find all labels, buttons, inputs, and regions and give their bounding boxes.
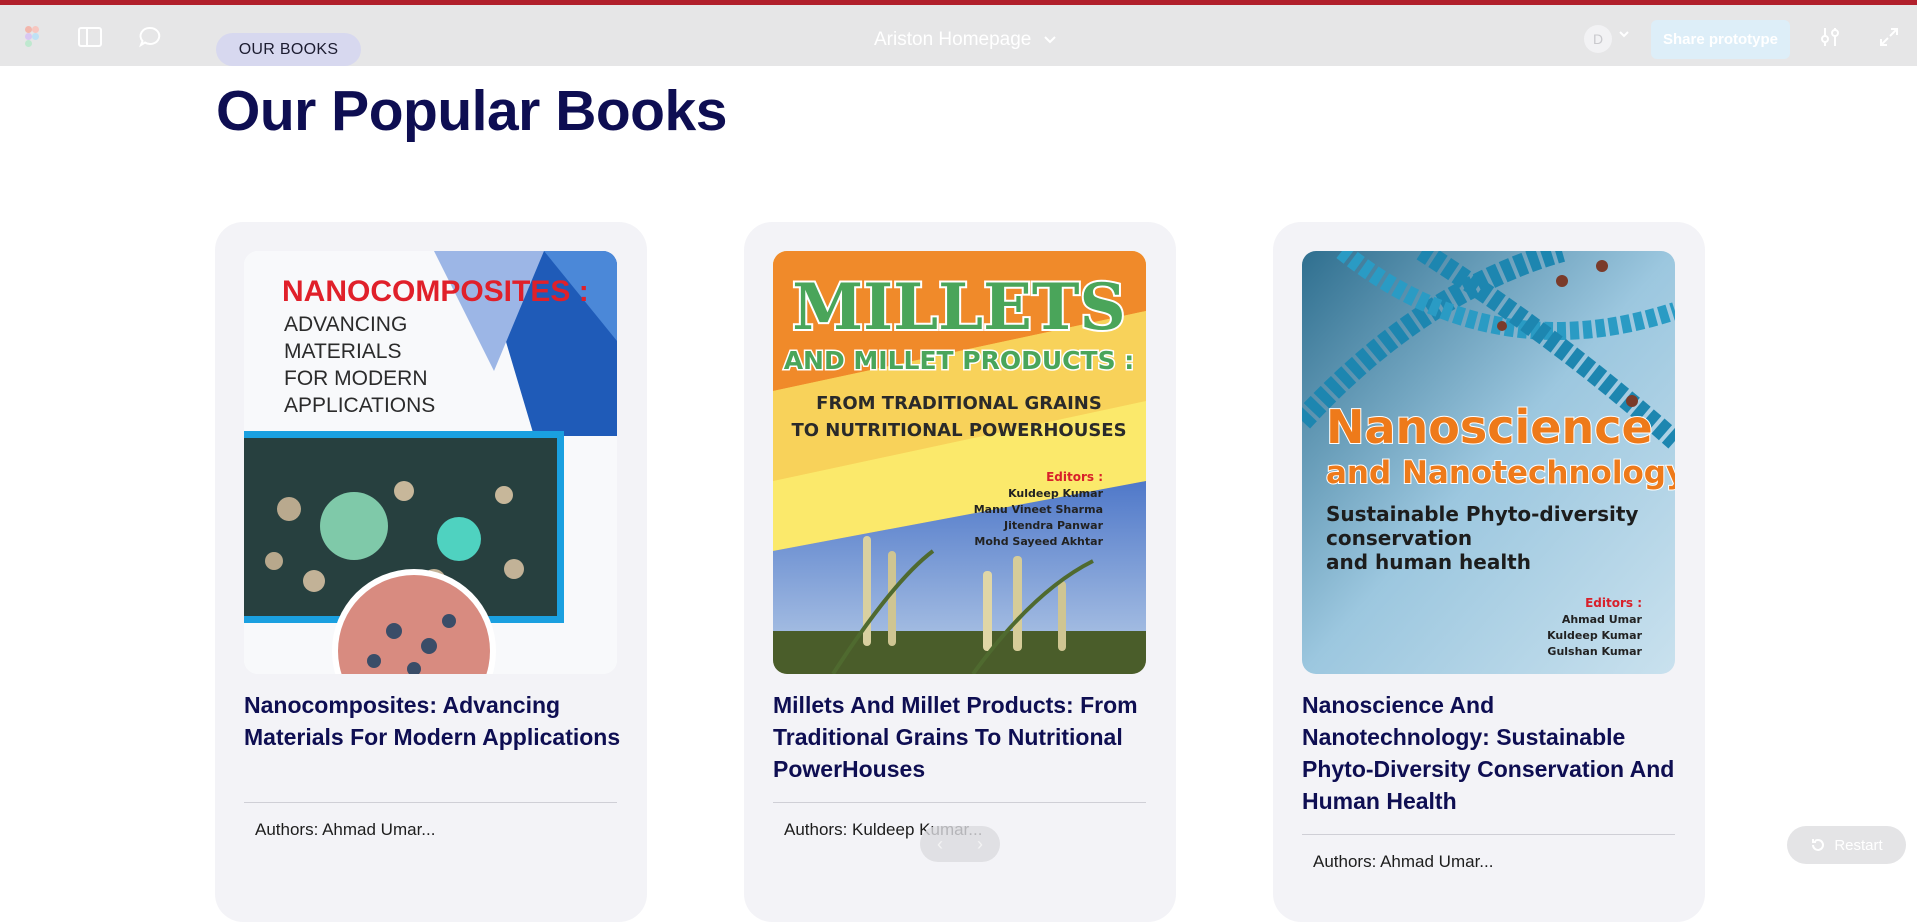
cover-subtitle-line: MATERIALS (284, 340, 401, 363)
cover-subtitle-line: Sustainable Phyto-diversity (1326, 502, 1638, 526)
card-divider (1302, 834, 1675, 835)
cover-editor: Ahmad Umar (1562, 613, 1643, 626)
cover-headline: NANOCOMPOSITES : (282, 275, 589, 308)
cover-headline: Nanoscience (1326, 400, 1653, 454)
cover-headline: and Nanotechnology: (1326, 455, 1675, 491)
book-authors: Authors: Ahmad Umar... (1313, 852, 1494, 871)
share-prototype-button[interactable]: Share prototype (1651, 20, 1790, 59)
next-arrow-icon[interactable]: › (977, 834, 983, 855)
cover-subtitle-line: conservation (1326, 526, 1472, 550)
book-cover-image[interactable]: Nanoscience and Nanotechnology: Sustaina… (1302, 251, 1675, 674)
prev-arrow-icon[interactable]: ‹ (937, 834, 943, 855)
card-divider (244, 802, 617, 803)
section-eyebrow-pill: OUR BOOKS (216, 33, 361, 66)
book-card[interactable]: NANOCOMPOSITES : ADVANCING MATERIALS FOR… (215, 222, 647, 922)
book-title[interactable]: Nanoscience And Nanotechnology: Sustaina… (1302, 689, 1682, 817)
settings-sliders-icon[interactable] (1816, 23, 1844, 51)
cover-editor: Mohd Sayeed Akhtar (974, 535, 1103, 548)
book-cover-image[interactable]: NANOCOMPOSITES : ADVANCING MATERIALS FOR… (244, 251, 617, 674)
cover-editor: Kuldeep Kumar (1547, 629, 1642, 642)
book-authors: Authors: Ahmad Umar... (255, 820, 436, 839)
avatar[interactable]: D (1584, 25, 1612, 53)
cover-subtitle-line: FROM TRADITIONAL GRAINS (816, 393, 1102, 414)
book-card[interactable]: Nanoscience and Nanotechnology: Sustaina… (1273, 222, 1705, 922)
chevron-down-icon (1044, 36, 1057, 44)
book-title[interactable]: Nanocomposites: Advancing Materials For … (244, 689, 624, 753)
card-divider (773, 802, 1146, 803)
figma-logo-icon[interactable] (18, 23, 46, 51)
cover-editor: Gulshan Kumar (1547, 645, 1642, 658)
cover-headline: AND MILLET PRODUCTS : (784, 346, 1135, 375)
cover-subtitle-line: FOR MODERN (284, 367, 428, 390)
cover-editor: Jitendra Panwar (1003, 519, 1104, 532)
cover-editors-label: Editors : (1046, 470, 1103, 484)
cover-subtitle-line: TO NUTRITIONAL POWERHOUSES (791, 420, 1126, 441)
cover-editors-label: Editors : (1585, 596, 1642, 610)
cover-editor: Kuldeep Kumar (1008, 487, 1103, 500)
restart-icon (1812, 839, 1825, 851)
file-title: Ariston Homepage (874, 29, 1032, 50)
file-title-menu[interactable]: Ariston Homepage (874, 27, 1057, 53)
book-title[interactable]: Millets And Millet Products: From Tradit… (773, 689, 1153, 785)
sidebar-toggle-icon[interactable] (76, 23, 104, 51)
comment-icon[interactable] (136, 23, 164, 51)
carousel-pager[interactable]: ‹ › (920, 826, 1000, 862)
expand-icon[interactable] (1875, 23, 1903, 51)
cover-subtitle-line: ADVANCING (284, 313, 407, 336)
cover-subtitle-line: and human health (1326, 550, 1531, 574)
avatar-chevron-down-icon[interactable] (1618, 29, 1630, 39)
restart-button[interactable]: Restart (1787, 826, 1906, 864)
cover-editor: Manu Vineet Sharma (974, 503, 1103, 516)
book-cover-image[interactable]: MILLETS AND MILLET PRODUCTS : FROM TRADI… (773, 251, 1146, 674)
cover-headline: MILLETS (792, 270, 1125, 345)
restart-label: Restart (1834, 836, 1883, 854)
cover-subtitle-line: APPLICATIONS (284, 394, 435, 417)
book-card[interactable]: MILLETS AND MILLET PRODUCTS : FROM TRADI… (744, 222, 1176, 922)
page-title: Our Popular Books (216, 79, 727, 143)
